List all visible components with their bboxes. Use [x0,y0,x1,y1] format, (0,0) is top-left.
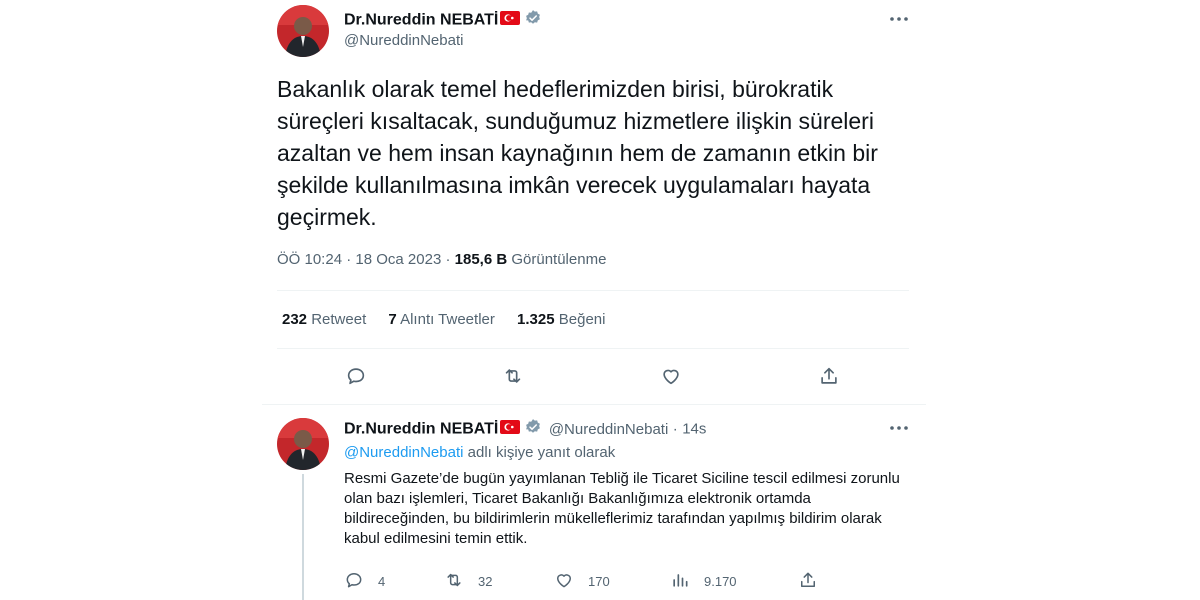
avatar-image [277,5,329,57]
like-icon [554,570,574,593]
avatar[interactable] [277,418,329,470]
like-stat[interactable]: 1.325 Beğeni [517,311,605,328]
quote-stat[interactable]: 7 Alıntı Tweetler [388,311,494,328]
like-button[interactable]: 170 [554,570,610,593]
avatar[interactable] [277,5,329,57]
share-icon [798,570,818,593]
retweet-icon [502,365,524,390]
tweet-meta: ÖÖ 10:24 · 18 Oca 2023 · 185,6 B Görüntü… [277,251,606,268]
avatar-image [277,418,329,470]
reply-text: Resmi Gazete’de bugün yayımlanan Tebliğ … [344,470,900,547]
reply-to-label: adlı kişiye yanıt olarak [467,444,616,461]
like-button[interactable] [660,365,682,390]
retweet-count: 232 [282,311,308,328]
reply-icon [344,570,364,593]
author-line: Dr.Nureddin NEBATİ [344,9,542,32]
more-icon[interactable] [888,417,910,444]
views-count: 185,6 B [454,251,508,268]
retweet-button[interactable]: 32 [444,570,492,593]
like-count: 170 [588,574,610,589]
tweet-time[interactable]: ÖÖ 10:24 [277,251,342,268]
like-icon [660,365,682,390]
quote-label: Alıntı Tweetler [400,311,495,328]
share-button[interactable] [818,365,840,390]
tweet-text: Bakanlık olarak temel hedeflerimizden bi… [277,76,878,230]
tweet-age[interactable]: 14s [682,421,706,438]
reply-button[interactable] [345,365,367,390]
divider [277,290,909,291]
engagement-stats: 232 Retweet 7 Alıntı Tweetler 1.325 Beğe… [282,311,605,328]
views-icon [670,570,690,593]
retweet-button[interactable] [502,365,524,390]
share-button[interactable] [798,570,818,593]
author-handle[interactable]: @NureddinNebati [344,32,463,49]
thread-line [302,474,304,600]
turkish-flag-icon [500,420,521,439]
retweet-label: Retweet [311,311,367,328]
retweet-count: 32 [478,574,493,589]
like-count: 1.325 [517,311,555,328]
verified-badge-icon [524,418,542,441]
reply-to-link[interactable]: @NureddinNebati [344,444,463,461]
reply-author-line: Dr.Nureddin NEBATİ @NureddinNebati · 14s [344,418,706,441]
author-name[interactable]: Dr.Nureddin NEBATİ [344,12,498,29]
divider [277,348,909,349]
meta-separator: · [346,251,352,268]
turkish-flag-icon [500,11,521,30]
like-label: Beğeni [558,311,606,328]
reply-icon [345,365,367,390]
views-label: Görüntülenme [511,251,607,268]
reply-context: @NureddinNebati adlı kişiye yanıt olarak [344,444,615,461]
retweet-icon [444,570,464,593]
views-count: 9.170 [704,574,737,589]
retweet-stat[interactable]: 232 Retweet [282,311,366,328]
divider [262,404,926,405]
reply-count: 4 [378,574,386,589]
author-name[interactable]: Dr.Nureddin NEBATİ [344,421,498,438]
views-button[interactable]: 9.170 [670,570,737,593]
author-handle[interactable]: @NureddinNebati [549,421,668,438]
more-icon[interactable] [888,8,910,35]
quote-count: 7 [388,311,397,328]
verified-badge-icon [524,9,542,32]
tweet-date[interactable]: 18 Oca 2023 [355,251,441,268]
share-icon [818,365,840,390]
reply-button[interactable]: 4 [344,570,385,593]
meta-separator: · [445,251,451,268]
meta-separator: · [672,420,678,438]
